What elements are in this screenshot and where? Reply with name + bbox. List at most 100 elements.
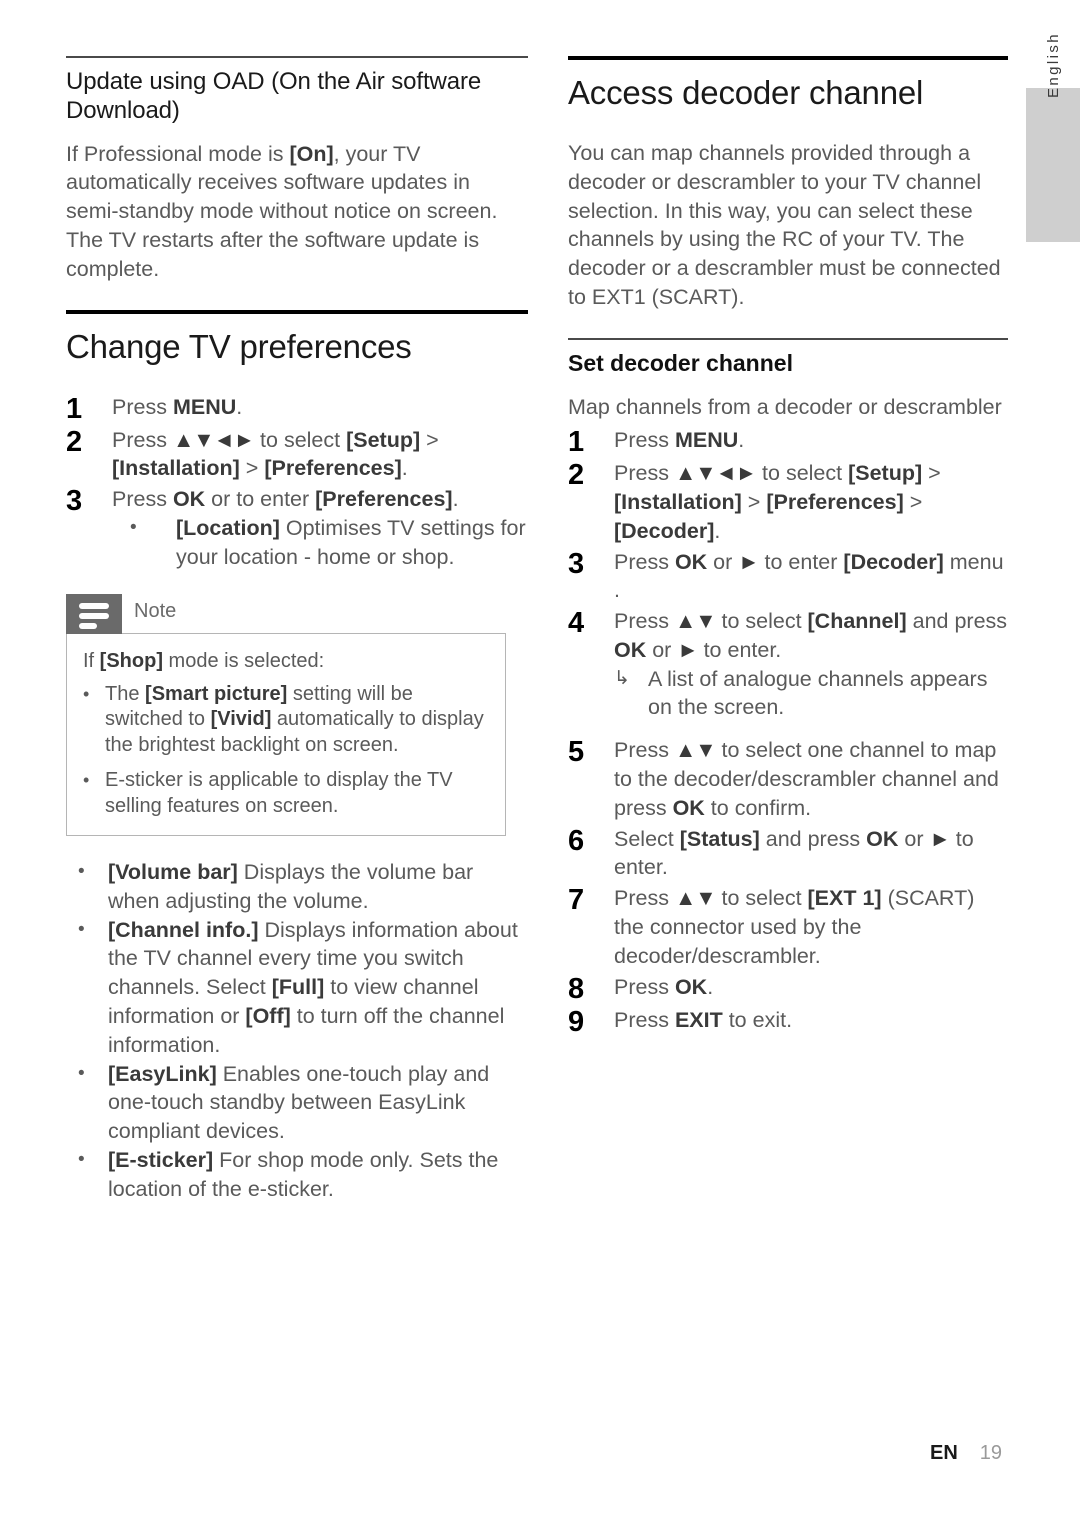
preferences-option-list: • [Volume bar] Displays the volume bar w…: [66, 858, 528, 1204]
step-sub-bullets: • [Location] Optimises TV settings for y…: [112, 514, 528, 572]
note-bullet-bold: [Smart picture]: [145, 682, 288, 705]
list-item-text: [Volume bar] Displays the volume bar whe…: [108, 858, 528, 916]
step-number: 8: [568, 972, 585, 1005]
list-item: • The [Smart picture] setting will be sw…: [83, 682, 489, 759]
set-decoder-title: Set decoder channel: [568, 349, 793, 376]
access-decoder-paragraph: You can map channels provided through a …: [568, 140, 1001, 309]
step-part: or: [898, 826, 930, 851]
step-text: Press MENU.: [614, 426, 1008, 455]
step-part-bold: EXIT: [674, 1007, 723, 1032]
note-bullet-list: • The [Smart picture] setting will be sw…: [83, 682, 489, 820]
preferences-steps: 1 Press MENU. 2 Press ▲▼◄► to select [Se…: [66, 393, 528, 572]
step-number: 1: [568, 426, 585, 459]
step-number: 4: [568, 607, 585, 640]
step-text: Press ▲▼◄► to select [Setup] > [Installa…: [614, 459, 1008, 545]
step-text: Press OK or to enter [Preferences]. • [L…: [112, 485, 528, 571]
section-rule: [66, 56, 528, 58]
note-intro: If [Shop] mode is selected:: [83, 648, 489, 674]
step-part-bold: OK: [614, 637, 647, 662]
step-part-bold: [Channel]: [807, 609, 907, 634]
oad-section-paragraph: If Professional mode is [On], your TV au…: [66, 140, 528, 284]
list-item-label: [Location]: [176, 515, 280, 540]
step-text: Press ▲▼ to select one channel to map to…: [614, 736, 1008, 822]
oad-text-bold: [On]: [289, 141, 334, 166]
step-part: >: [420, 427, 439, 452]
list-item-label: [EasyLink]: [108, 1061, 217, 1086]
list-item-label: [Volume bar]: [108, 860, 238, 884]
note-intro-bold: [Shop]: [99, 649, 163, 672]
list-item: • [EasyLink] Enables one-touch play and …: [66, 1060, 528, 1146]
right-column: Access decoder channel You can map chann…: [568, 56, 1008, 1039]
step-part: .: [236, 394, 243, 419]
step-part: Select: [614, 826, 680, 851]
section-rule: [568, 337, 1008, 340]
step-part-bold: [Installation]: [614, 489, 742, 514]
bullet-dot-icon: •: [130, 516, 137, 538]
section-rule: [568, 56, 1008, 60]
step-part: or: [707, 549, 739, 574]
step-part: and press: [906, 609, 1008, 634]
step-part: Press: [614, 549, 675, 574]
right-arrow-icon: ►: [738, 549, 759, 574]
step-part: Press: [614, 428, 675, 453]
step-text: Press ▲▼ to select [EXT 1] (SCART) the c…: [614, 884, 1008, 970]
step-number: 3: [66, 485, 83, 518]
right-arrow-icon: ►: [929, 826, 950, 851]
step-part-bold: [Preferences]: [315, 487, 453, 512]
step-item: 4 Press ▲▼ to select [Channel] and press…: [568, 607, 1008, 722]
note-label: Note: [134, 599, 177, 622]
step-part-bold: OK: [172, 487, 206, 512]
note-lines-icon: [79, 602, 109, 609]
step-part-bold: [Status]: [679, 826, 760, 851]
step-part: to enter: [758, 549, 844, 574]
note-bullet-part: The: [105, 682, 146, 705]
dpad-arrows-icon: ▲▼◄►: [172, 427, 255, 452]
step-part: Press: [614, 974, 675, 999]
note-intro-b: mode is selected:: [162, 649, 325, 672]
list-item-label: [Channel info.]: [108, 917, 259, 942]
note-body: If [Shop] mode is selected: • The [Smart…: [66, 632, 506, 836]
step-text: Press OK or ► to enter [Decoder] menu .: [614, 548, 1008, 606]
step-part: .: [738, 428, 745, 453]
access-decoder-section: Access decoder channel You can map chann…: [568, 56, 1008, 312]
updown-arrows-icon: ▲▼: [674, 886, 717, 911]
step-part: to confirm.: [704, 795, 812, 820]
result-arrow-icon: ↳: [614, 667, 630, 689]
note-box: Note If [Shop] mode is selected: • The […: [66, 593, 506, 836]
list-item-label-2: [Full]: [271, 975, 325, 1000]
bullet-dot-icon: •: [78, 861, 85, 882]
updown-arrows-icon: ▲▼: [674, 609, 717, 634]
note-lines-icon: [79, 612, 109, 619]
step-part: .: [452, 487, 459, 512]
step-part-bold: MENU: [172, 394, 237, 419]
step-part: to select: [756, 461, 849, 486]
list-item-text: [E-sticker] For shop mode only. Sets the…: [108, 1146, 528, 1204]
step-part: or to enter: [205, 487, 316, 512]
oad-text-a: If Professional mode is: [66, 141, 290, 166]
step-part: .: [714, 518, 721, 543]
step-number: 7: [568, 884, 585, 917]
list-item-text: E-sticker is applicable to display the T…: [105, 769, 453, 817]
step-part: Press: [112, 427, 173, 452]
step-part: Press: [614, 738, 675, 763]
step-part-bold: [Decoder]: [843, 549, 944, 574]
step-item: 1 Press MENU.: [66, 393, 528, 424]
updown-arrows-icon: ▲▼: [674, 738, 717, 763]
step-part: Press: [614, 886, 675, 911]
step-number: 9: [568, 1005, 585, 1038]
step-number: 1: [66, 392, 83, 425]
step-part-bold: OK: [674, 549, 708, 574]
step-item: 6 Select [Status] and press OK or ► to e…: [568, 825, 1008, 883]
step-text: Press ▲▼◄► to select [Setup] > [Installa…: [112, 426, 528, 484]
step-part: Press: [614, 609, 675, 634]
bullet-dot-icon: •: [78, 1148, 85, 1170]
step-part-bold: [Setup]: [848, 461, 923, 486]
preferences-section: Change TV preferences 1 Press MENU. 2 Pr…: [66, 309, 528, 1204]
note-intro-a: If: [83, 649, 100, 672]
step-part: Press: [112, 394, 173, 419]
step-number: 6: [568, 824, 585, 857]
oad-section-title: Update using OAD (On the Air software Do…: [66, 68, 482, 124]
step-part-bold: [Installation]: [112, 456, 240, 481]
step-part-bold: [Preferences]: [264, 456, 402, 481]
step-part: >: [239, 456, 265, 481]
